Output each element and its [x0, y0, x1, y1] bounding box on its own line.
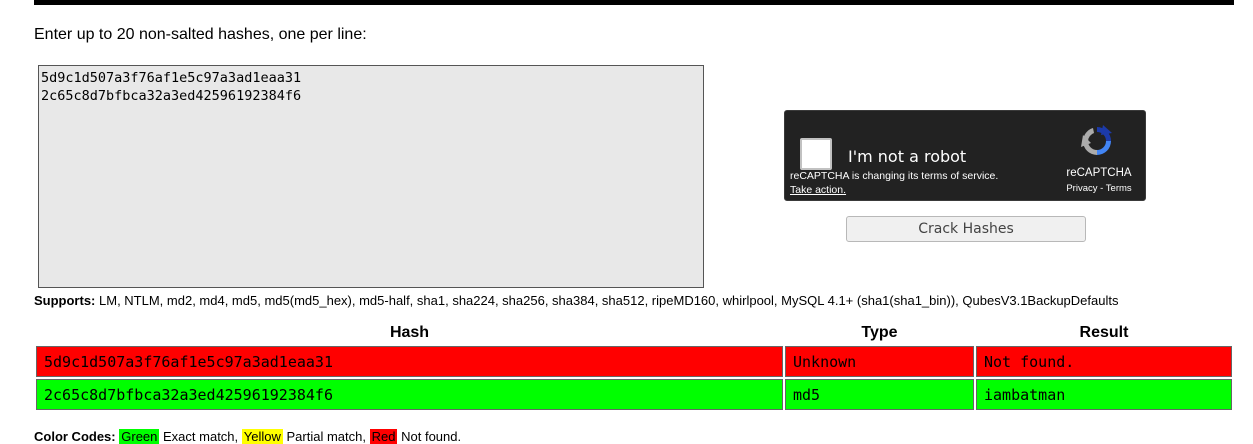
results-header-row: Hash Type Result	[36, 322, 1232, 344]
row-type-cell: Unknown	[785, 346, 974, 377]
table-row: 5d9c1d507a3f76af1e5c97a3ad1eaa31 Unknown…	[36, 346, 1232, 377]
row-type-cell: md5	[785, 379, 974, 410]
recaptcha-terms-link[interactable]: Terms	[1106, 183, 1132, 194]
row-result-cell: Not found.	[976, 346, 1232, 377]
recaptcha-checkbox[interactable]	[800, 138, 832, 170]
recaptcha-privacy-link[interactable]: Privacy	[1066, 183, 1097, 194]
table-row: 2c65c8d7bfbca32a3ed42596192384f6 md5 iam…	[36, 379, 1232, 410]
supports-label: Supports:	[34, 293, 96, 308]
top-divider	[34, 0, 1234, 5]
crack-hashes-button[interactable]: Crack Hashes	[846, 216, 1086, 242]
header-hash: Hash	[389, 324, 430, 341]
supported-algorithms: Supports: LM, NTLM, md2, md4, md5, md5(m…	[34, 293, 1118, 308]
supports-list: LM, NTLM, md2, md4, md5, md5(md5_hex), m…	[99, 293, 1119, 308]
recaptcha-label: I'm not a robot	[848, 147, 967, 166]
recaptcha-separator: -	[1097, 183, 1106, 194]
row-hash-cell: 2c65c8d7bfbca32a3ed42596192384f6	[36, 379, 783, 410]
recaptcha-take-action-link[interactable]: Take action.	[790, 184, 846, 196]
instructions-text: Enter up to 20 non-salted hashes, one pe…	[34, 26, 367, 43]
recaptcha-logo-icon	[1081, 125, 1112, 155]
row-hash-cell: 5d9c1d507a3f76af1e5c97a3ad1eaa31	[36, 346, 783, 377]
recaptcha-brand: reCAPTCHA	[1066, 167, 1132, 179]
header-result: Result	[1079, 324, 1129, 341]
recaptcha-terms-notice: reCAPTCHA is changing its terms of servi…	[790, 170, 999, 182]
hash-input-textarea[interactable]: 5d9c1d507a3f76af1e5c97a3ad1eaa31 2c65c8d…	[38, 65, 704, 288]
row-result-cell: iambatman	[976, 379, 1232, 410]
header-type: Type	[861, 324, 898, 341]
results-table: Hash Type Result 5d9c1d507a3f76af1e5c97a…	[34, 320, 1234, 412]
recaptcha-widget: I'm not a robot reCAPTCHA is changing it…	[784, 110, 1146, 201]
recaptcha-privacy-terms: Privacy - Terms	[1056, 183, 1142, 194]
